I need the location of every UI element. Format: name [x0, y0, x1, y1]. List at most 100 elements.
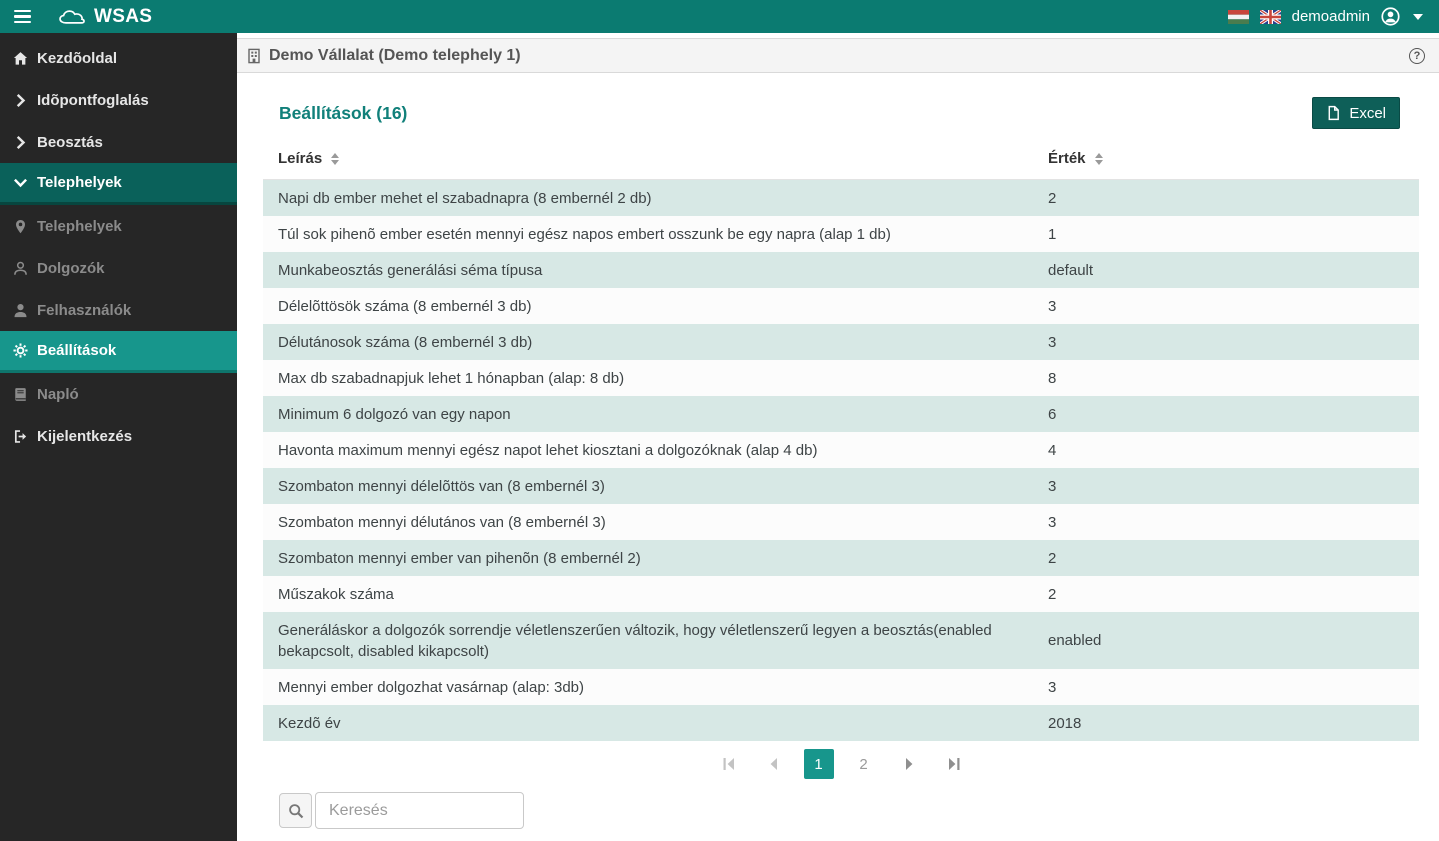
- user-menu-caret-icon[interactable]: [1413, 14, 1423, 20]
- company-title: Demo Vállalat (Demo telephely 1): [269, 47, 521, 65]
- setting-value: 3: [1048, 324, 1419, 360]
- sidebar-item-label: Beállítások: [37, 342, 116, 359]
- setting-value: 2: [1048, 540, 1419, 576]
- sidebar-item-telephelyek-group[interactable]: Telephelyek: [0, 163, 237, 205]
- sidebar-item-label: Kezdõoldal: [37, 50, 117, 67]
- setting-value: 4: [1048, 432, 1419, 468]
- table-row[interactable]: Délutánosok száma (8 embernél 3 db) 3: [263, 324, 1419, 360]
- sidebar-item-naplo[interactable]: Napló: [0, 373, 237, 415]
- pagination-page-button[interactable]: 2: [849, 749, 879, 779]
- sidebar-item-kijelentkezes[interactable]: Kijelentkezés: [0, 415, 237, 457]
- sidebar-item-label: Felhasználók: [37, 302, 131, 319]
- table-row[interactable]: Szombaton mennyi délelõttös van (8 ember…: [263, 468, 1419, 504]
- setting-value: 2: [1048, 180, 1419, 217]
- setting-description: Szombaton mennyi délutános van (8 embern…: [263, 504, 1048, 540]
- excel-export-button[interactable]: Excel: [1312, 97, 1400, 129]
- search-icon: [288, 803, 304, 819]
- top-bar: WSAS demoadmin: [0, 0, 1439, 33]
- pin-icon: [13, 219, 28, 234]
- username[interactable]: demoadmin: [1292, 8, 1370, 25]
- help-icon[interactable]: ?: [1409, 48, 1425, 64]
- sidebar-item-label: Telephelyek: [37, 174, 122, 191]
- user-o-icon: [13, 261, 28, 276]
- table-row[interactable]: Szombaton mennyi ember van pihenõn (8 em…: [263, 540, 1419, 576]
- sort-icon[interactable]: [1095, 153, 1103, 165]
- setting-description: Szombaton mennyi ember van pihenõn (8 em…: [263, 540, 1048, 576]
- table-row[interactable]: Délelõttösök száma (8 embernél 3 db) 3: [263, 288, 1419, 324]
- setting-description: Délutánosok száma (8 embernél 3 db): [263, 324, 1048, 360]
- setting-value: enabled: [1048, 612, 1419, 669]
- sidebar-item-felhasznalok[interactable]: Felhasználók: [0, 289, 237, 331]
- setting-value: 3: [1048, 669, 1419, 705]
- setting-value: 3: [1048, 288, 1419, 324]
- sidebar-item-label: Kijelentkezés: [37, 428, 132, 445]
- signout-icon: [13, 429, 28, 444]
- table-row[interactable]: Max db szabadnapjuk lehet 1 hónapban (al…: [263, 360, 1419, 396]
- search-button[interactable]: [279, 793, 312, 828]
- page-header: Demo Vállalat (Demo telephely 1) ?: [237, 38, 1439, 73]
- file-icon: [1326, 105, 1341, 121]
- setting-description: Minimum 6 dolgozó van egy napon: [263, 396, 1048, 432]
- pagination-first-icon[interactable]: [714, 749, 744, 779]
- sidebar-item-kezdooldal[interactable]: Kezdõoldal: [0, 37, 237, 79]
- sidebar-item-beosztas[interactable]: Beosztás: [0, 121, 237, 163]
- settings-table: Leírás Érték Napi db ember mehet el szab…: [263, 139, 1419, 741]
- book-icon: [13, 387, 28, 402]
- cloud-logo-icon: [58, 9, 86, 25]
- sidebar-item-beallitasok[interactable]: Beállítások: [0, 331, 237, 373]
- setting-description: Túl sok pihenõ ember esetén mennyi egész…: [263, 216, 1048, 252]
- table-row[interactable]: Műszakok száma 2: [263, 576, 1419, 612]
- setting-value: 8: [1048, 360, 1419, 396]
- table-row[interactable]: Kezdõ év 2018: [263, 705, 1419, 741]
- setting-value: default: [1048, 252, 1419, 288]
- setting-description: Havonta maximum mennyi egész napot lehet…: [263, 432, 1048, 468]
- hungarian-flag-icon[interactable]: [1228, 10, 1249, 24]
- app-logo[interactable]: WSAS: [58, 6, 152, 28]
- table-row[interactable]: Generáláskor a dolgozók sorrendje véletl…: [263, 612, 1419, 669]
- pagination-next-icon[interactable]: [894, 749, 924, 779]
- user-avatar-icon[interactable]: [1381, 7, 1400, 26]
- sidebar: Kezdõoldal Idõpontfoglalás Beosztás Tele…: [0, 33, 237, 841]
- table-row[interactable]: Havonta maximum mennyi egész napot lehet…: [263, 432, 1419, 468]
- setting-description: Max db szabadnapjuk lehet 1 hónapban (al…: [263, 360, 1048, 396]
- table-row[interactable]: Szombaton mennyi délutános van (8 embern…: [263, 504, 1419, 540]
- setting-description: Generáláskor a dolgozók sorrendje véletl…: [263, 612, 1048, 669]
- sidebar-item-idopontfoglalas[interactable]: Idõpontfoglalás: [0, 79, 237, 121]
- sidebar-item-telephelyek[interactable]: Telephelyek: [0, 205, 237, 247]
- search-input[interactable]: [315, 792, 524, 829]
- sidebar-item-dolgozok[interactable]: Dolgozók: [0, 247, 237, 289]
- sidebar-item-label: Dolgozók: [37, 260, 105, 277]
- brand-name: WSAS: [94, 6, 152, 28]
- setting-description: Munkabeosztás generálási séma típusa: [263, 252, 1048, 288]
- pagination-prev-icon[interactable]: [759, 749, 789, 779]
- british-flag-icon[interactable]: [1260, 10, 1281, 24]
- sidebar-item-label: Napló: [37, 386, 79, 403]
- setting-value: 1: [1048, 216, 1419, 252]
- setting-description: Délelõttösök száma (8 embernél 3 db): [263, 288, 1048, 324]
- building-icon: [247, 48, 261, 64]
- pagination: 1 2: [263, 749, 1419, 779]
- table-row[interactable]: Túl sok pihenõ ember esetén mennyi egész…: [263, 216, 1419, 252]
- chevron-down-icon: [13, 175, 28, 190]
- setting-value: 3: [1048, 504, 1419, 540]
- home-icon: [13, 51, 28, 66]
- chevron-right-icon: [13, 135, 28, 150]
- sidebar-item-label: Idõpontfoglalás: [37, 92, 149, 109]
- setting-value: 6: [1048, 396, 1419, 432]
- sidebar-item-label: Telephelyek: [37, 218, 122, 235]
- table-row[interactable]: Napi db ember mehet el szabadnapra (8 em…: [263, 180, 1419, 217]
- setting-description: Szombaton mennyi délelõttös van (8 ember…: [263, 468, 1048, 504]
- column-header-value[interactable]: Érték: [1048, 139, 1419, 180]
- pagination-page-button[interactable]: 1: [804, 749, 834, 779]
- sidebar-item-label: Beosztás: [37, 134, 103, 151]
- table-row[interactable]: Mennyi ember dolgozhat vasárnap (alap: 3…: [263, 669, 1419, 705]
- pagination-last-icon[interactable]: [939, 749, 969, 779]
- hamburger-menu-icon[interactable]: [0, 10, 44, 24]
- column-header-description[interactable]: Leírás: [263, 139, 1048, 180]
- user-icon: [13, 303, 28, 318]
- table-row[interactable]: Minimum 6 dolgozó van egy napon 6: [263, 396, 1419, 432]
- gear-icon: [13, 343, 28, 358]
- table-row[interactable]: Munkabeosztás generálási séma típusa def…: [263, 252, 1419, 288]
- sort-icon[interactable]: [331, 153, 339, 165]
- setting-description: Műszakok száma: [263, 576, 1048, 612]
